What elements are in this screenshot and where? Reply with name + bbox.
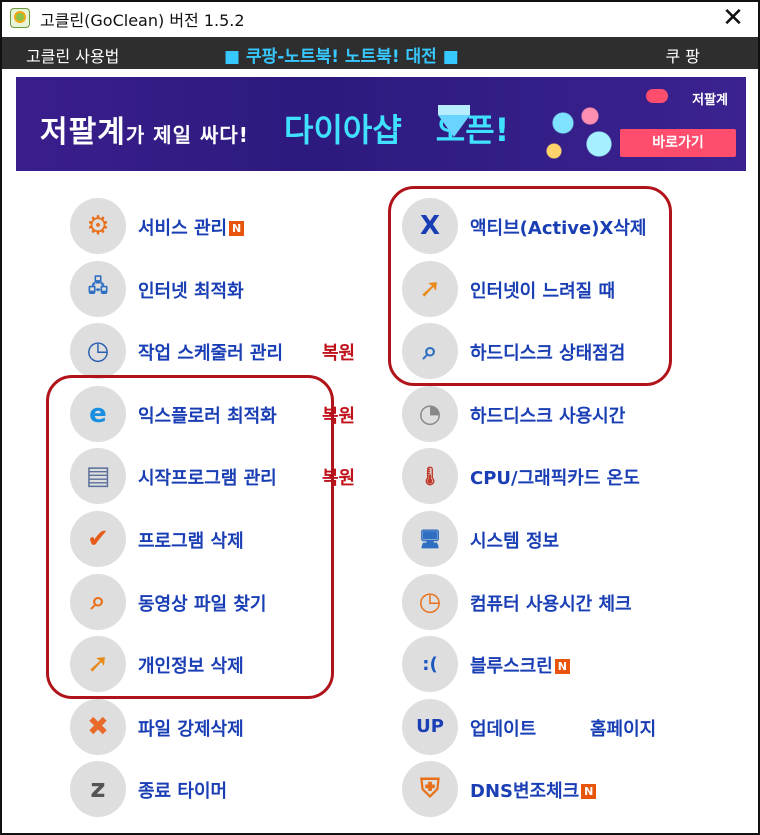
item-label: 파일 강제삭제 <box>138 718 244 740</box>
icon-background: ⛨ <box>402 761 458 818</box>
item-label: 서비스 관리 <box>138 218 228 239</box>
item-label: 업데이트 <box>470 718 537 740</box>
computer-icon: 🖥 <box>418 528 442 550</box>
disk-clock-icon: ◔ <box>418 398 442 429</box>
update-up-icon: UP <box>416 716 444 738</box>
item-label-wrap: 파일 강제삭제 <box>138 715 244 741</box>
banner-accent-text: 다이아샵 <box>284 111 402 149</box>
item-label: CPU/그래픽카드 온도 <box>470 468 640 490</box>
icon-background: z <box>70 761 126 818</box>
close-button[interactable]: ✕ <box>718 2 748 34</box>
diamond-bottom-shape <box>438 115 470 137</box>
banner-go-button[interactable]: 바로가기 <box>620 129 736 157</box>
icon-background: ◷ <box>402 573 458 630</box>
item-label-wrap: 종료 타이머 <box>138 777 227 803</box>
item-label-wrap: 작업 스케줄러 관리 <box>138 339 283 365</box>
usage-guide-link[interactable]: 고클린 사용법 <box>26 43 119 67</box>
icon-background: ◔ <box>402 385 458 442</box>
item-label: 인터넷 최적화 <box>138 280 244 302</box>
goclean-window: 고클린(GoClean) 버전 1.5.2 ✕ 고클린 사용법 ■ 쿠팡-노트북… <box>0 0 760 835</box>
menu-bar: 고클린 사용법 ■ 쿠팡-노트북! 노트북! 대전 ■ 쿠 팡 <box>2 37 758 69</box>
goclean-app-icon <box>10 8 30 28</box>
icon-background: 🖧 <box>70 260 126 317</box>
gear-icon: ⚙ <box>86 211 110 241</box>
banner-brand: 저팔계 <box>692 93 728 108</box>
item-label: 하드디스크 사용시간 <box>470 405 626 427</box>
item-label-wrap: 블루스크린 N <box>470 652 570 678</box>
icon-background: 🌡 <box>402 448 458 505</box>
restore-link[interactable]: 복원 <box>322 339 355 365</box>
banner-headline-rest: 가 제일 싸다! <box>125 123 249 147</box>
icon-background: 🖥 <box>402 511 458 567</box>
item-label-wrap: 인터넷 최적화 <box>138 277 244 303</box>
coupang-link[interactable]: 쿠 팡 <box>665 43 700 67</box>
item-label-wrap: 하드디스크 사용시간 <box>470 402 625 428</box>
item-label-wrap: CPU/그래픽카드 온도 <box>470 464 640 490</box>
item-label: 컴퓨터 사용시간 체크 <box>470 593 632 615</box>
new-badge: N <box>554 659 570 675</box>
icon-background: :( <box>402 636 458 693</box>
brand-logo-icon <box>646 89 668 103</box>
clock-icon: ◷ <box>418 586 442 617</box>
thermometer-icon: 🌡 <box>418 465 442 487</box>
new-badge: N <box>581 784 597 800</box>
blue-screen-icon: :( <box>422 653 438 675</box>
network-computer-icon: 🖧 <box>87 275 109 297</box>
banner-headline: 저팔계가 제일 싸다! <box>40 107 249 151</box>
banner-brand-word: 저팔계 <box>40 115 126 150</box>
delete-x-icon: ✖ <box>87 711 109 742</box>
sleep-bulb-icon: z <box>90 774 106 805</box>
icon-background: ◷ <box>70 323 126 380</box>
promo-link[interactable]: ■ 쿠팡-노트북! 노트북! 대전 ■ <box>224 42 459 67</box>
item-label-wrap: 컴퓨터 사용시간 체크 <box>470 590 632 616</box>
item-label-wrap: 서비스 관리 N <box>138 214 245 240</box>
new-badge: N <box>229 221 245 236</box>
ad-banner[interactable]: 저팔계가 제일 싸다! 다이아샵 오픈! 저팔계 바로가기 <box>16 77 746 171</box>
diamond-top-shape <box>438 105 470 115</box>
item-label: 작업 스케줄러 관리 <box>138 343 284 365</box>
homepage-link[interactable]: 홈페이지 <box>590 715 656 741</box>
window-title: 고클린(GoClean) 버전 1.5.2 <box>40 11 245 30</box>
item-label: 시스템 정보 <box>470 531 560 552</box>
gems-decoration <box>536 95 626 165</box>
item-label: 종료 타이머 <box>138 781 228 803</box>
title-bar: 고클린(GoClean) 버전 1.5.2 ✕ <box>2 2 758 37</box>
item-label: DNS변조체크 <box>470 781 580 803</box>
banner-accent: 다이아샵 오픈! <box>284 105 509 151</box>
highlight-box-right <box>388 186 672 386</box>
item-label-wrap: 시스템 정보 <box>470 527 559 553</box>
item-label: 블루스크린 <box>470 656 553 678</box>
icon-background: ⚙ <box>70 198 126 254</box>
icon-background: ✖ <box>70 698 126 755</box>
shield-icon: ⛨ <box>420 773 440 804</box>
item-label-wrap: 업데이트 <box>470 715 536 741</box>
highlight-box-left <box>46 375 334 699</box>
item-label-wrap: DNS변조체크 N <box>470 777 597 803</box>
icon-background: UP <box>402 698 458 755</box>
scheduler-clock-icon: ◷ <box>86 336 110 367</box>
